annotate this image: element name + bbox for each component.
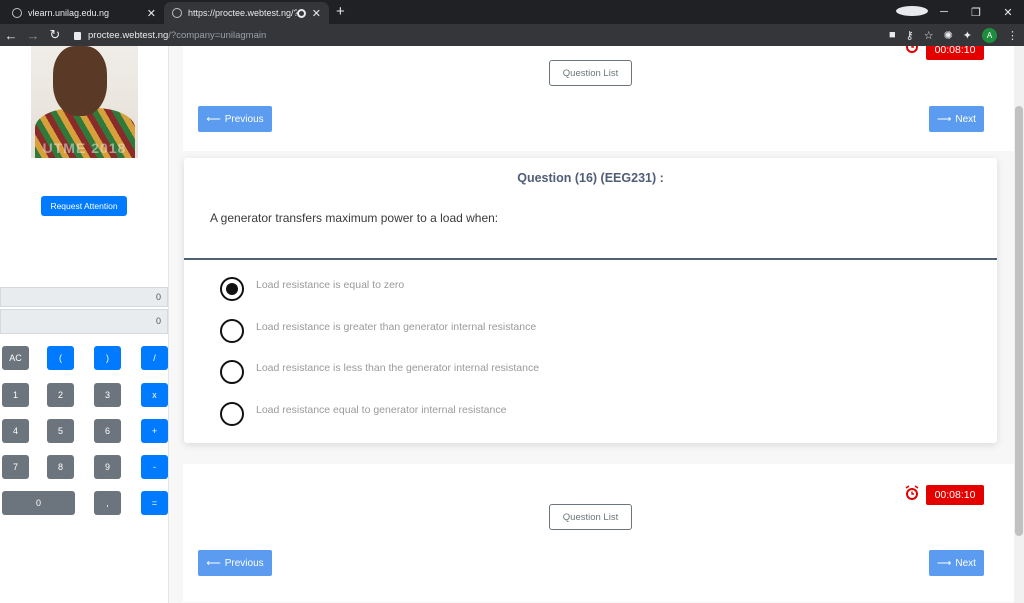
top-navigation: 00:08:10 Question List ⟵ Previous ⟶ Next — [183, 46, 1015, 151]
option-label[interactable]: Load resistance is less than the generat… — [256, 362, 539, 374]
back-button[interactable]: ← — [0, 28, 22, 43]
calc-key-close-paren[interactable]: ) — [94, 346, 121, 370]
option-label[interactable]: Load resistance equal to generator inter… — [256, 404, 506, 416]
left-sidebar: UTME 2018 Request Attention 0 0 AC ( ) /… — [0, 46, 169, 603]
calc-key-5[interactable]: 5 — [47, 419, 74, 443]
tab-close-icon[interactable]: ✕ — [147, 7, 156, 20]
next-button[interactable]: ⟶ Next — [929, 550, 984, 576]
candidate-photo: UTME 2018 — [31, 46, 138, 158]
scrollbar-thumb[interactable] — [1015, 106, 1023, 536]
previous-label: Previous — [224, 557, 264, 569]
calc-key-8[interactable]: 8 — [47, 455, 74, 479]
new-tab-button[interactable]: + — [336, 3, 345, 20]
next-label: Next — [955, 557, 976, 569]
calculator-expression-display: 0 — [0, 287, 168, 307]
minimize-button[interactable]: ─ — [928, 6, 960, 18]
radio-button-selected[interactable] — [220, 277, 244, 301]
previous-button[interactable]: ⟵ Previous — [198, 106, 272, 132]
browser-menu-icon[interactable]: ⋮ — [1007, 29, 1018, 42]
reload-button[interactable]: ↻ — [44, 27, 66, 43]
lock-icon — [74, 32, 81, 40]
calc-key-0[interactable]: 0 — [2, 491, 75, 515]
calc-key-divide[interactable]: / — [141, 346, 168, 370]
puzzle-icon[interactable]: ✦ — [963, 29, 972, 42]
arrow-right-icon: ⟶ — [937, 113, 952, 125]
calc-key-clear[interactable]: AC — [2, 346, 29, 370]
bottom-navigation: 00:08:10 Question List ⟵ Previous ⟶ Next — [183, 464, 1015, 602]
radio-button[interactable] — [220, 360, 244, 384]
calc-key-1[interactable]: 1 — [2, 383, 29, 407]
question-card: Question (16) (EEG231) : A generator tra… — [184, 158, 997, 443]
calc-key-comma[interactable]: , — [94, 491, 121, 515]
next-button[interactable]: ⟶ Next — [929, 106, 984, 132]
calc-key-3[interactable]: 3 — [94, 383, 121, 407]
question-list-button[interactable]: Question List — [549, 504, 632, 530]
globe-icon — [172, 8, 182, 18]
countdown-timer: 00:08:10 — [926, 46, 984, 60]
arrow-left-icon: ⟵ — [206, 557, 221, 569]
option-label[interactable]: Load resistance is equal to zero — [256, 279, 404, 291]
tab-close-icon[interactable]: ✕ — [312, 7, 321, 20]
next-label: Next — [955, 113, 976, 125]
alarm-clock-icon — [905, 485, 919, 500]
key-icon[interactable]: ⚷ — [906, 29, 914, 42]
arrow-right-icon: ⟶ — [937, 557, 952, 569]
radio-button[interactable] — [220, 319, 244, 343]
tab-label: vlearn.unilag.edu.ng — [28, 8, 110, 18]
forward-button[interactable]: → — [22, 28, 44, 43]
exam-content: 00:08:10 Question List ⟵ Previous ⟶ Next… — [169, 46, 1015, 603]
extension-gear-icon[interactable]: ✺ — [944, 29, 953, 42]
alarm-clock-icon — [906, 46, 918, 53]
answer-option-d[interactable]: Load resistance equal to generator inter… — [220, 402, 506, 426]
calc-key-minus[interactable]: - — [141, 455, 168, 479]
globe-icon — [12, 8, 22, 18]
page-scrollbar[interactable] — [1014, 46, 1024, 603]
question-title: Question (16) (EEG231) : — [517, 171, 664, 185]
browser-tab-proctee[interactable]: https://proctee.webtest.ng/? ✕ — [164, 2, 329, 24]
arrow-left-icon: ⟵ — [206, 113, 221, 125]
answer-option-b[interactable]: Load resistance is greater than generato… — [220, 319, 536, 343]
url-host: proctee.webtest.ng — [88, 29, 169, 41]
recording-icon — [296, 8, 306, 18]
calc-key-7[interactable]: 7 — [2, 455, 29, 479]
camera-icon[interactable]: ■ — [889, 29, 896, 41]
window-controls: ─ ❐ ✕ — [896, 0, 1024, 24]
countdown-timer: 00:08:10 — [926, 485, 984, 505]
star-icon[interactable]: ☆ — [924, 29, 934, 42]
photo-watermark: UTME 2018 — [42, 140, 127, 156]
restore-button[interactable]: ❐ — [960, 6, 992, 19]
calc-key-open-paren[interactable]: ( — [47, 346, 74, 370]
calc-key-6[interactable]: 6 — [94, 419, 121, 443]
previous-button[interactable]: ⟵ Previous — [198, 550, 272, 576]
url-path: /?company=unilagmain — [168, 29, 267, 41]
browser-toolbar: ← → ↻ proctee.webtest.ng /?company=unila… — [0, 24, 1024, 46]
profile-avatar[interactable]: A — [982, 27, 997, 43]
question-list-button[interactable]: Question List — [549, 60, 632, 86]
calc-key-2[interactable]: 2 — [47, 383, 74, 407]
browser-tab-bar: vlearn.unilag.edu.ng ✕ https://proctee.w… — [0, 0, 1024, 24]
radio-button[interactable] — [220, 402, 244, 426]
page: UTME 2018 Request Attention 0 0 AC ( ) /… — [0, 46, 1024, 603]
answer-option-a[interactable]: Load resistance is equal to zero — [220, 277, 404, 301]
calc-key-plus[interactable]: + — [141, 419, 168, 443]
calc-key-4[interactable]: 4 — [2, 419, 29, 443]
answer-option-c[interactable]: Load resistance is less than the generat… — [220, 360, 539, 384]
calc-key-equals[interactable]: = — [141, 491, 168, 515]
divider — [184, 258, 997, 260]
previous-label: Previous — [224, 113, 264, 125]
option-label[interactable]: Load resistance is greater than generato… — [256, 321, 536, 333]
browser-tab-vlearn[interactable]: vlearn.unilag.edu.ng ✕ — [4, 2, 164, 24]
address-bar[interactable]: proctee.webtest.ng /?company=unilagmain — [70, 30, 266, 41]
calc-key-9[interactable]: 9 — [94, 455, 121, 479]
request-attention-button[interactable]: Request Attention — [41, 196, 127, 216]
profile-menu-icon[interactable] — [896, 5, 928, 19]
calc-key-multiply[interactable]: x — [141, 383, 168, 407]
calculator-result-display: 0 — [0, 309, 168, 334]
tab-label: https://proctee.webtest.ng/? — [188, 8, 297, 18]
close-window-button[interactable]: ✕ — [992, 6, 1024, 19]
question-text: A generator transfers maximum power to a… — [210, 211, 499, 225]
